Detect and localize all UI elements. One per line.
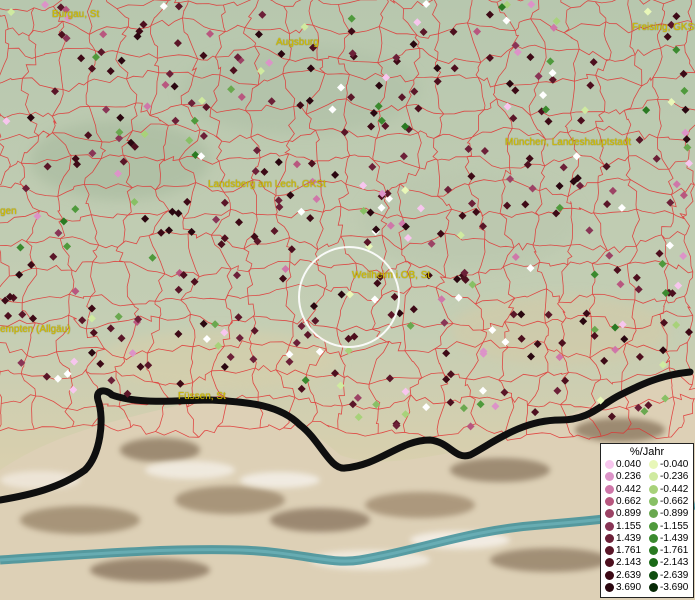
legend-value-positive: 2.143 bbox=[616, 557, 642, 569]
map-view[interactable]: Burgau, St Augsburg Freising, GKSt Münch… bbox=[0, 0, 695, 600]
legend-value-negative: -2.639 bbox=[660, 569, 689, 581]
terrain-background bbox=[0, 0, 695, 600]
map-canvas[interactable] bbox=[0, 0, 695, 600]
legend-swatch-positive bbox=[605, 583, 614, 592]
legend-row: 1.761 -1.761 bbox=[601, 545, 693, 557]
legend-swatch-negative bbox=[649, 460, 658, 469]
legend-value-positive: 2.639 bbox=[616, 569, 642, 581]
legend-swatch-negative bbox=[649, 472, 658, 482]
city-label-fuessen: Füssen, St bbox=[178, 391, 226, 402]
legend-swatch-positive bbox=[605, 460, 614, 469]
legend-value-negative: -0.040 bbox=[660, 459, 689, 470]
legend-swatch-negative bbox=[649, 509, 658, 519]
city-label-muenchen: München, Landeshauptstadt bbox=[505, 137, 632, 148]
legend-swatch-positive bbox=[605, 521, 614, 531]
legend-value-negative: -1.439 bbox=[660, 532, 689, 544]
legend-value-negative: -2.143 bbox=[660, 557, 689, 569]
legend-row: 0.662 -0.662 bbox=[601, 496, 693, 508]
legend-value-negative: -0.442 bbox=[660, 483, 689, 495]
legend-swatch-negative bbox=[649, 496, 658, 506]
legend-value-positive: 1.439 bbox=[616, 532, 642, 544]
legend-value-negative: -0.236 bbox=[660, 471, 689, 483]
legend-value-positive: 1.761 bbox=[616, 545, 642, 557]
legend-row: 2.143 -2.143 bbox=[601, 557, 693, 569]
legend-row: 1.155 -1.155 bbox=[601, 521, 693, 533]
legend-value-positive: 3.690 bbox=[616, 582, 642, 593]
legend-swatch-positive bbox=[605, 496, 614, 506]
legend-value-negative: -0.662 bbox=[660, 495, 689, 507]
legend-swatch-positive bbox=[605, 484, 614, 494]
legend: %/Jahr 0.040 -0.040 0.236 -0.236 0.442 -0.442… bbox=[600, 443, 694, 598]
city-label-kempten: empten (Allgäu) bbox=[0, 324, 71, 335]
city-label-partial: gen bbox=[0, 206, 17, 217]
legend-value-positive: 0.442 bbox=[616, 483, 642, 495]
legend-value-positive: 0.662 bbox=[616, 495, 642, 507]
legend-swatch-negative bbox=[649, 546, 658, 556]
city-label-augsburg: Augsburg bbox=[276, 37, 319, 48]
legend-swatch-negative bbox=[649, 533, 658, 543]
legend-row: 1.439 -1.439 bbox=[601, 533, 693, 545]
legend-title: %/Jahr bbox=[629, 446, 665, 458]
legend-value-negative: -1.761 bbox=[660, 545, 689, 557]
legend-row: 0.442 -0.442 bbox=[601, 484, 693, 496]
legend-swatch-negative bbox=[649, 583, 658, 592]
legend-value-positive: 0.040 bbox=[616, 459, 642, 470]
legend-value-positive: 0.236 bbox=[616, 471, 642, 483]
legend-swatch-negative bbox=[649, 521, 658, 531]
legend-row: 0.040 -0.040 bbox=[601, 459, 693, 471]
legend-value-negative: -3.690 bbox=[660, 582, 689, 593]
legend-swatch-positive bbox=[605, 546, 614, 556]
legend-swatch-positive bbox=[605, 509, 614, 519]
legend-value-positive: 0.899 bbox=[616, 508, 642, 520]
legend-row: 2.639 -2.639 bbox=[601, 570, 693, 582]
legend-swatch-positive bbox=[605, 533, 614, 543]
legend-swatch-positive bbox=[605, 570, 614, 580]
legend-row: 3.690 -3.690 bbox=[601, 582, 693, 594]
city-label-landsberg: Landsberg am Lech, GKSt bbox=[208, 179, 326, 190]
legend-swatch-negative bbox=[649, 558, 658, 568]
legend-swatch-positive bbox=[605, 558, 614, 568]
city-label-weilheim: Weilheim i.OB, St bbox=[352, 270, 431, 281]
city-label-freising: Freising, GKSt bbox=[632, 22, 695, 33]
city-label-burgau: Burgau, St bbox=[52, 9, 100, 20]
legend-value-negative: -0.899 bbox=[660, 508, 689, 520]
legend-row: 0.236 -0.236 bbox=[601, 471, 693, 483]
legend-value-negative: -1.155 bbox=[660, 520, 689, 532]
legend-row: 0.899 -0.899 bbox=[601, 508, 693, 520]
legend-swatch-negative bbox=[649, 570, 658, 580]
legend-swatch-negative bbox=[649, 484, 658, 494]
legend-swatch-positive bbox=[605, 472, 614, 482]
legend-value-positive: 1.155 bbox=[616, 520, 642, 532]
